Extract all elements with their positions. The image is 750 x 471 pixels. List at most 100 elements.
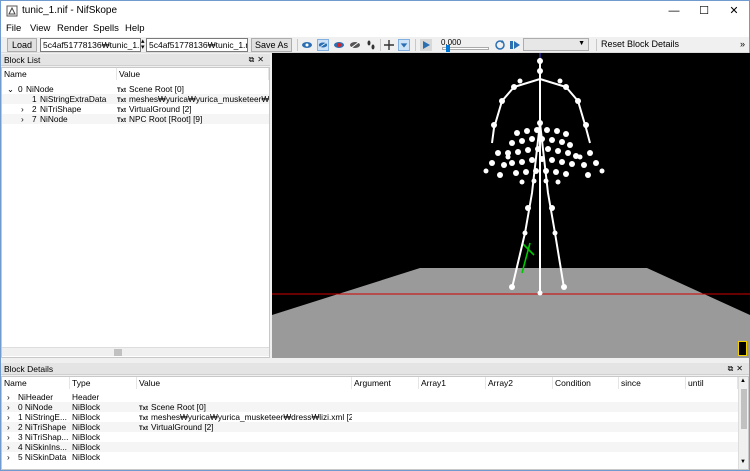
loop-icon[interactable] [494, 39, 506, 51]
block-list-header: Block List ⧉✕ [1, 54, 270, 66]
menu-view[interactable]: View [30, 23, 50, 34]
col-argument-header[interactable]: Argument [352, 377, 419, 389]
toolbar-separator [297, 39, 298, 51]
col-since-header[interactable]: since [619, 377, 686, 389]
detail-name: 2 NiTriShape [18, 422, 67, 432]
detail-type: NiBlock [72, 442, 101, 452]
vertical-scrollbar[interactable]: ▲ ▼ [738, 377, 748, 469]
col-name-header[interactable]: Name [2, 377, 70, 389]
detail-type: NiBlock [72, 432, 101, 442]
horizontal-scrollbar[interactable] [2, 347, 269, 356]
expand-toggle-icon[interactable]: › [7, 402, 10, 412]
col-type-header[interactable]: Type [70, 377, 137, 389]
axes-move-icon[interactable] [383, 39, 395, 51]
close-button[interactable]: ✕ [719, 1, 749, 21]
txt-tag: Txt [117, 118, 126, 124]
view-eye-icon[interactable] [301, 39, 313, 51]
block-list-title: Block List [4, 55, 41, 65]
expand-toggle-icon[interactable]: ⌄ [7, 84, 14, 94]
load-button[interactable]: Load [7, 38, 37, 52]
anim-time-slider[interactable] [442, 45, 489, 52]
menu-spells[interactable]: Spells [93, 23, 119, 34]
toolbar-overflow-icon[interactable]: » [740, 39, 745, 49]
minimize-button[interactable]: — [659, 1, 689, 21]
scene-render [272, 53, 750, 358]
scrollbar-thumb[interactable] [114, 349, 122, 356]
maximize-button[interactable]: ☐ [689, 1, 719, 21]
tree-row[interactable]: 1 NiStringExtraData Txt meshes₩yurica₩yur… [2, 94, 269, 104]
col-condition-header[interactable]: Condition [553, 377, 619, 389]
detail-type: NiBlock [72, 452, 101, 462]
detail-type: NiBlock [72, 422, 101, 432]
tree-row[interactable]: › 7 NiNode Txt NPC Root [Root] [9] [2, 114, 269, 124]
save-path-field[interactable]: 5c4af51778136₩tunic_1.nif [146, 38, 248, 52]
save-as-button[interactable]: Save As [251, 38, 292, 52]
panel-float-close-icons[interactable]: ⧉✕ [728, 363, 746, 375]
play-icon[interactable] [420, 39, 432, 51]
col-value-header[interactable]: Value [117, 68, 269, 80]
toolbar-separator [596, 39, 597, 51]
expand-toggle-icon[interactable]: › [21, 114, 24, 124]
col-array1-header[interactable]: Array1 [419, 377, 486, 389]
menu-help[interactable]: Help [125, 23, 145, 34]
stats-indicator-icon[interactable] [738, 341, 747, 356]
panel-float-close-icons[interactable]: ⧉✕ [249, 54, 267, 66]
expand-toggle-icon[interactable]: › [7, 452, 10, 462]
col-array2-header[interactable]: Array2 [486, 377, 553, 389]
virtual-ground [272, 268, 750, 358]
menu-file[interactable]: File [6, 23, 21, 34]
block-name: NiNode [40, 114, 68, 124]
table-row[interactable]: › 1 NiStringE... NiBlock Txt meshes₩yuric… [2, 412, 738, 422]
block-value: Txt NPC Root [Root] [9] [117, 114, 203, 124]
table-row[interactable]: › NiHeader Header [2, 392, 738, 402]
chevron-down-icon: ▼ [578, 40, 585, 47]
expand-toggle-icon[interactable]: › [7, 432, 10, 442]
view-red-eye-icon[interactable] [333, 39, 345, 51]
scroll-up-icon[interactable]: ▲ [740, 378, 746, 384]
col-until-header[interactable]: until [686, 377, 738, 389]
block-number: 7 [32, 114, 37, 124]
load-path-field[interactable]: 5c4af51778136₩tunic_1.nif [40, 38, 141, 52]
detail-name: NiHeader [18, 392, 54, 402]
expand-toggle-icon[interactable]: › [7, 422, 10, 432]
toolbar: Load 5c4af51778136₩tunic_1.nif ▴ ▾ 5c4af5… [1, 37, 749, 53]
scroll-down-icon[interactable]: ▼ [740, 459, 746, 465]
detail-name: 5 NiSkinData [18, 452, 67, 462]
reset-block-details-button[interactable]: Reset Block Details [601, 39, 679, 49]
table-row[interactable]: › 2 NiTriShape NiBlock Txt VirtualGround … [2, 422, 738, 432]
detail-type: NiBlock [72, 412, 101, 422]
tree-row[interactable]: › 2 NiTriShape Txt VirtualGround [2] [2, 104, 269, 114]
expand-toggle-icon[interactable]: › [21, 104, 24, 114]
col-name-header[interactable]: Name [2, 68, 117, 80]
anim-slider-handle[interactable] [446, 45, 450, 52]
animation-select[interactable]: ▼ [523, 38, 589, 51]
view-dropdown-icon[interactable] [398, 39, 410, 51]
switch-icon[interactable] [509, 39, 521, 51]
block-details-title: Block Details [4, 364, 54, 374]
table-row[interactable]: › 0 NiNode NiBlock Txt Scene Root [0] [2, 402, 738, 412]
expand-toggle-icon[interactable]: › [7, 392, 10, 402]
window-title: tunic_1.nif - NifSkope [22, 5, 118, 16]
tree-row[interactable]: ⌄ 0 NiNode Txt Scene Root [0] [2, 84, 269, 94]
title-bar: tunic_1.nif - NifSkope — ☐ ✕ [1, 1, 749, 21]
skeleton-joints [483, 58, 605, 296]
toolbar-separator [415, 39, 416, 51]
block-name: NiTriShape [40, 104, 82, 114]
detail-name: 4 NiSkinIns... [18, 442, 67, 452]
table-row[interactable]: › 5 NiSkinData NiBlock [2, 452, 738, 462]
menu-bar: File View Render Spells Help [1, 21, 749, 37]
expand-toggle-icon[interactable]: › [7, 442, 10, 452]
view-walk-icon[interactable] [317, 39, 329, 51]
expand-toggle-icon[interactable]: › [7, 412, 10, 422]
render-viewport[interactable] [272, 53, 750, 358]
menu-render[interactable]: Render [57, 23, 88, 34]
table-row[interactable]: › 3 NiTriShap... NiBlock [2, 432, 738, 442]
col-value-header[interactable]: Value [137, 377, 352, 389]
block-details-table[interactable]: Name Type Value Argument Array1 Array2 C… [1, 376, 749, 470]
scrollbar-thumb[interactable] [741, 389, 747, 429]
table-row[interactable]: › 4 NiSkinIns... NiBlock [2, 442, 738, 452]
footsteps-icon[interactable] [365, 39, 377, 51]
view-ghost-eye-icon[interactable] [349, 39, 361, 51]
block-list-tree[interactable]: Name Value ⌄ 0 NiNode Txt Scene Root [0] … [1, 67, 270, 358]
detail-type: NiBlock [72, 402, 101, 412]
